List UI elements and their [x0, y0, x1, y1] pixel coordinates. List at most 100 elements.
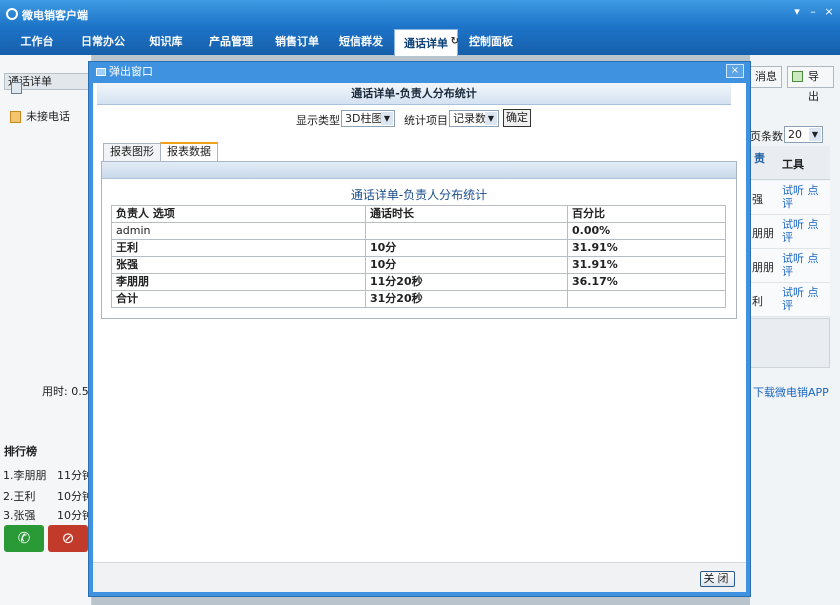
owner-cell: 利 — [752, 295, 763, 308]
listen-review-link[interactable]: 试听 点评 — [782, 286, 828, 312]
listen-review-link[interactable]: 试听 点评 — [782, 252, 828, 278]
export-button[interactable]: 导出 — [787, 66, 834, 103]
report-controls: 显示类型: 3D柱图 ▼ 统计项目: 记录数 ▼ 确定 — [93, 109, 746, 129]
app-logo-icon — [6, 8, 18, 20]
percent-cell: 36.17% — [567, 273, 726, 291]
export-label: 导出 — [808, 70, 819, 103]
download-app-link[interactable]: 下载微电销APP — [753, 384, 829, 400]
table-row: 利 试听 点评 — [750, 283, 830, 317]
menu-dropdown-icon[interactable]: ▾ — [790, 5, 804, 19]
ranking-title: 排行榜 — [4, 445, 37, 458]
use-time-text: 用时: 0.5 — [42, 385, 89, 398]
table-total-row: 合计 31分20秒 — [111, 290, 726, 308]
duration-cell: 11分20秒 — [365, 273, 568, 291]
ranking-name: 1.李朋朋 — [3, 469, 47, 482]
owner-cell: 李朋朋 — [111, 273, 366, 291]
stat-item-label: 统计项目: — [404, 114, 452, 127]
confirm-button[interactable]: 确定 — [503, 109, 531, 127]
table-row: 强 试听 点评 — [750, 181, 830, 215]
duration-cell — [365, 222, 568, 240]
popup-window: 弹出窗口 × 通话详单-负责人分布统计 显示类型: 3D柱图 ▼ 统计项目: 记… — [88, 61, 751, 597]
owner-cell: 朋朋 — [752, 227, 774, 240]
tab-report-chart[interactable]: 报表图形 — [103, 143, 161, 161]
sidebar-item-label: 未接电话 — [26, 110, 70, 123]
hangup-call-button[interactable]: ⊘ — [48, 525, 88, 552]
nav-knowledge-base[interactable]: 知识库 — [140, 28, 192, 55]
nav-call-details[interactable]: 通话详单 ↻ — [394, 28, 459, 56]
report-panel: 通话详单-负责人分布统计 负责人 选项 通话时长 百分比 admin 0.00%… — [101, 161, 737, 319]
title-bar: 微电销客户端 ▾ – × — [0, 0, 840, 28]
owner-cell: 王利 — [111, 239, 366, 257]
ranking-name: 2.王利 — [3, 490, 36, 503]
grid-footer — [750, 318, 830, 368]
minimize-button[interactable]: – — [806, 5, 820, 19]
display-type-value: 3D柱图 — [345, 112, 383, 125]
nav-control-panel[interactable]: 控制面板 — [460, 28, 522, 55]
refresh-icon[interactable]: ↻ — [451, 28, 459, 55]
header-percent: 百分比 — [567, 205, 726, 223]
chevron-down-icon: ▼ — [381, 112, 393, 125]
display-type-select[interactable]: 3D柱图 ▼ — [341, 110, 395, 127]
stats-table: 负责人 选项 通话时长 百分比 admin 0.00% 王利 10分 31.91… — [111, 205, 726, 308]
page-size-label: 页条数: — [750, 130, 787, 143]
table-row: 李朋朋 11分20秒 36.17% — [111, 273, 726, 291]
hangup-icon: ⊘ — [61, 529, 75, 547]
ranking-name: 3.张强 — [3, 509, 36, 522]
chevron-down-icon: ▼ — [485, 112, 497, 125]
header-owner: 负责人 选项 — [111, 205, 366, 223]
stat-item-select[interactable]: 记录数 ▼ — [449, 110, 499, 127]
main-nav: 工作台 日常办公 知识库 产品管理 销售订单 短信群发 通话详单 ↻ 控制面板 — [0, 28, 840, 56]
sidebar-item-call-details[interactable]: 通话详单 — [4, 73, 90, 94]
app-title: 微电销客户端 — [22, 9, 88, 22]
owner-cell: 合计 — [111, 290, 366, 308]
report-toolbar — [102, 162, 736, 179]
percent-cell: 31.91% — [567, 256, 726, 274]
tab-report-data[interactable]: 报表数据 — [160, 142, 218, 161]
owner-column-header: 责 — [754, 152, 765, 165]
nav-call-details-label: 通话详单 — [404, 37, 448, 50]
popup-close-icon[interactable]: × — [726, 64, 744, 78]
nav-workbench[interactable]: 工作台 — [12, 28, 62, 55]
popup-body: 通话详单-负责人分布统计 显示类型: 3D柱图 ▼ 统计项目: 记录数 ▼ 确定… — [93, 83, 746, 592]
sidebar-item-missed-calls[interactable]: 未接电话 — [4, 103, 90, 131]
table-row: admin 0.00% — [111, 222, 726, 240]
table-row: 朋朋 试听 点评 — [750, 215, 830, 249]
display-type-label: 显示类型: — [296, 114, 344, 127]
owner-cell: 强 — [752, 193, 763, 206]
percent-cell: 0.00% — [567, 222, 726, 240]
listen-review-link[interactable]: 试听 点评 — [782, 184, 828, 210]
chevron-down-icon: ▼ — [809, 128, 821, 141]
popup-title-bar: 弹出窗口 — [89, 62, 750, 82]
phone-icon: ✆ — [17, 529, 31, 547]
owner-cell: admin — [111, 222, 366, 240]
nav-product-management[interactable]: 产品管理 — [200, 28, 262, 55]
nav-daily-office[interactable]: 日常办公 — [72, 28, 134, 55]
ranking-row: 1.李朋朋 11分钟 — [3, 467, 93, 483]
popup-footer — [93, 562, 746, 592]
duration-cell: 31分20秒 — [365, 290, 568, 308]
close-window-button[interactable]: × — [822, 5, 836, 19]
answer-call-button[interactable]: ✆ — [4, 525, 44, 552]
phone-list-icon — [11, 82, 22, 94]
tools-column-header: 工具 — [782, 158, 804, 171]
report-title: 通话详单-负责人分布统计 — [350, 188, 488, 202]
nav-sms-broadcast[interactable]: 短信群发 — [330, 28, 392, 55]
close-button[interactable]: 关闭 — [700, 571, 735, 587]
stat-item-value: 记录数 — [453, 112, 486, 125]
nav-sales-orders[interactable]: 销售订单 — [266, 28, 328, 55]
window-icon — [96, 68, 106, 76]
listen-review-link[interactable]: 试听 点评 — [782, 218, 828, 244]
duration-cell: 10分 — [365, 256, 568, 274]
owner-cell: 朋朋 — [752, 261, 774, 274]
export-icon — [792, 71, 803, 82]
percent-cell: 31.91% — [567, 239, 726, 257]
percent-cell — [567, 290, 726, 308]
owner-cell: 张强 — [111, 256, 366, 274]
page-size-value: 20 — [788, 128, 802, 141]
table-row: 张强 10分 31.91% — [111, 256, 726, 274]
message-button[interactable]: 消息 — [750, 66, 782, 88]
table-row: 朋朋 试听 点评 — [750, 249, 830, 283]
page-size-select[interactable]: 20 ▼ — [784, 126, 823, 143]
missed-call-icon — [10, 111, 21, 123]
header-duration: 通话时长 — [365, 205, 568, 223]
